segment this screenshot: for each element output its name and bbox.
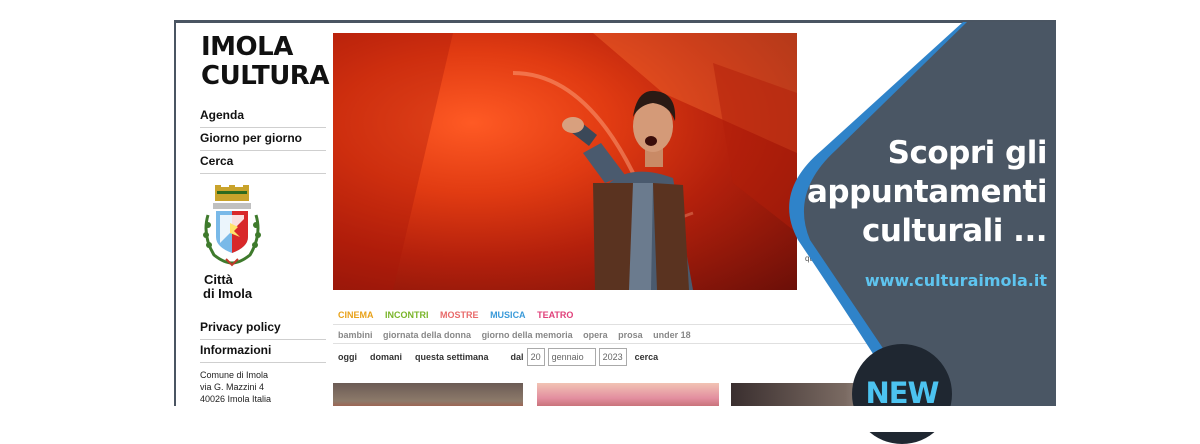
date-from-label: dal <box>510 352 524 362</box>
date-search-button[interactable]: cerca <box>635 352 659 362</box>
actor-figure <box>333 33 797 290</box>
category-filters: CINEMA INCONTRI MOSTRE MUSICA TEATRO <box>338 310 582 320</box>
subcategory-bambini[interactable]: bambini <box>338 330 373 340</box>
bottom-margin <box>0 406 1200 432</box>
subcategory-under-18[interactable]: under 18 <box>653 330 691 340</box>
category-musica[interactable]: MUSICA <box>490 310 526 320</box>
date-today-link[interactable]: oggi <box>338 352 357 362</box>
secondary-nav: Privacy policy Informazioni <box>200 317 326 363</box>
date-month-select[interactable]: gennaio <box>547 348 596 366</box>
date-this-week-link[interactable]: questa settimana <box>415 352 489 362</box>
date-day-input[interactable]: 20 <box>526 348 545 366</box>
subcategory-giornata-della-donna[interactable]: giornata della donna <box>383 330 471 340</box>
nav-item-cerca[interactable]: Cerca <box>200 151 326 174</box>
nav-item-informazioni[interactable]: Informazioni <box>200 340 326 363</box>
sidebar: IMOLA CULTURA Agenda Giorno per giorno C… <box>176 23 332 406</box>
date-filter-bar: oggi domani questa settimana dal 20 genn… <box>338 348 659 366</box>
category-teatro[interactable]: TEATRO <box>537 310 573 320</box>
site-logo[interactable]: IMOLA CULTURA <box>201 33 329 91</box>
nav-item-privacy-policy[interactable]: Privacy policy <box>200 317 326 340</box>
address-block: Comune di Imola via G. Mazzini 4 40026 I… <box>200 370 272 404</box>
category-incontri[interactable]: INCONTRI <box>385 310 429 320</box>
category-mostre[interactable]: MOSTRE <box>440 310 479 320</box>
date-year-input[interactable]: 2023 <box>598 348 627 366</box>
subcategory-prosa[interactable]: prosa <box>618 330 643 340</box>
city-crest-icon <box>203 185 261 267</box>
city-name: Città di Imola <box>203 272 253 301</box>
subcategory-giorno-della-memoria[interactable]: giorno della memoria <box>482 330 573 340</box>
main-nav: Agenda Giorno per giorno Cerca <box>200 105 326 174</box>
promo-url-link[interactable]: www.culturaimola.it <box>865 271 1047 290</box>
subcategory-opera[interactable]: opera <box>583 330 608 340</box>
category-cinema[interactable]: CINEMA <box>338 310 374 320</box>
nav-item-giorno-per-giorno[interactable]: Giorno per giorno <box>200 128 326 151</box>
nav-item-agenda[interactable]: Agenda <box>200 105 326 128</box>
event-thumbnail[interactable] <box>537 383 719 406</box>
hero-image[interactable] <box>333 33 797 290</box>
promo-headline: Scopri gli appuntamenti culturali ... <box>806 135 1048 249</box>
event-thumbnail[interactable] <box>333 383 523 406</box>
date-tomorrow-link[interactable]: domani <box>370 352 402 362</box>
